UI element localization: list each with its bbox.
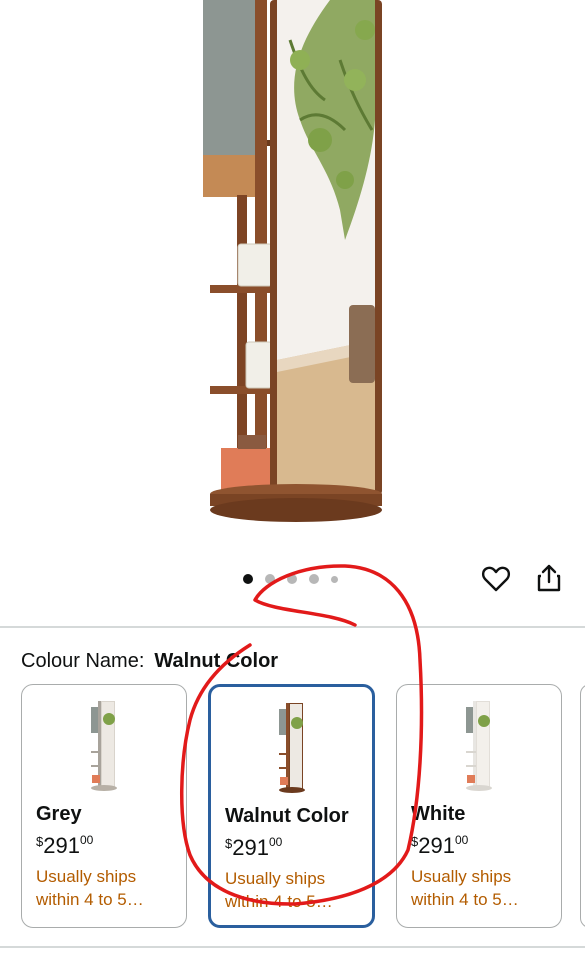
swatch-thumbnail xyxy=(278,703,305,793)
price-fraction: 00 xyxy=(268,835,283,849)
carousel-dot[interactable] xyxy=(265,574,275,584)
price-fraction: 00 xyxy=(79,833,94,847)
swatch-price: $29100 xyxy=(225,835,282,861)
swatch-thumbnail xyxy=(466,701,492,791)
price-whole: 291 xyxy=(418,833,455,858)
section-divider-bottom xyxy=(0,946,585,948)
share-icon[interactable] xyxy=(533,562,565,594)
variation-selected-value: Walnut Color xyxy=(154,650,279,672)
product-photo xyxy=(0,0,585,560)
carousel-dot[interactable] xyxy=(309,574,319,584)
swatch-thumbnail xyxy=(91,701,117,791)
carousel-dot[interactable] xyxy=(331,575,338,583)
swatch-name: Walnut Color xyxy=(225,805,349,827)
carousel-dot[interactable] xyxy=(243,574,253,584)
swatch-name: White xyxy=(411,803,466,825)
variation-label: Colour Name: Walnut Color xyxy=(21,648,278,674)
swatch-shipping: Usually ships within 4 to 5… xyxy=(225,869,333,911)
heart-icon[interactable] xyxy=(480,563,512,595)
price-fraction: 00 xyxy=(454,833,469,847)
price-whole: 291 xyxy=(232,835,269,860)
swatch-grey[interactable]: Grey $29100 Usually ships within 4 to 5… xyxy=(21,684,187,928)
swatch-price: $29100 xyxy=(411,833,468,859)
carousel-dots[interactable] xyxy=(243,572,338,586)
section-divider xyxy=(0,626,585,628)
carousel-dot[interactable] xyxy=(287,574,297,584)
price-whole: 291 xyxy=(43,833,80,858)
variation-label-text: Colour Name: xyxy=(21,650,145,672)
swatch-name: Grey xyxy=(36,803,82,825)
swatch-shipping: Usually ships within 4 to 5… xyxy=(36,867,144,909)
swatch-price: $29100 xyxy=(36,833,93,859)
product-image[interactable] xyxy=(0,0,585,560)
swatch-shipping: Usually ships within 4 to 5… xyxy=(411,867,519,909)
swatch-walnut-color[interactable]: Walnut Color $29100 Usually ships within… xyxy=(208,684,375,928)
swatch-next-partial[interactable] xyxy=(580,684,585,928)
swatch-white[interactable]: White $29100 Usually ships within 4 to 5… xyxy=(396,684,562,928)
